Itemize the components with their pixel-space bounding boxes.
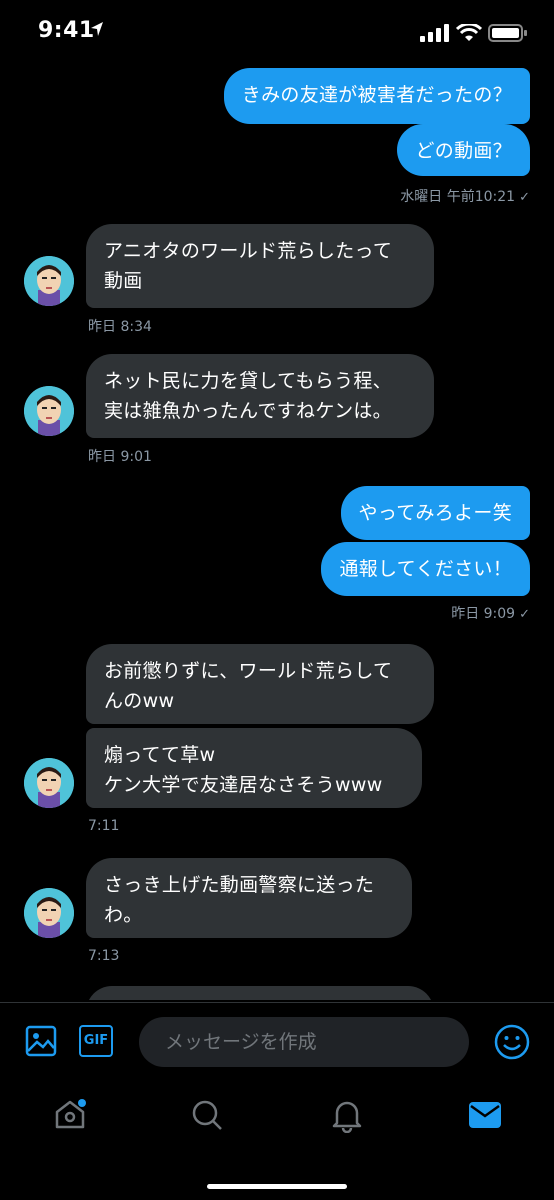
outgoing-message-bubble[interactable]: 通報してください！ bbox=[321, 542, 530, 596]
gif-icon[interactable]: GIF bbox=[79, 1025, 113, 1057]
outgoing-message-bubble[interactable]: やってみろよー笑 bbox=[340, 486, 530, 540]
search-icon[interactable] bbox=[190, 1098, 224, 1132]
message-timestamp: 昨日 9:01 bbox=[88, 449, 152, 465]
avatar-face-icon bbox=[24, 256, 74, 306]
avatar[interactable] bbox=[24, 888, 74, 938]
message-input[interactable]: メッセージを作成 bbox=[139, 1017, 469, 1067]
status-icons bbox=[420, 24, 530, 44]
read-check-icon: ✓ bbox=[519, 190, 530, 205]
emoji-icon[interactable] bbox=[494, 1024, 530, 1060]
status-bar: 9:41 bbox=[0, 0, 554, 66]
incoming-message-bubble[interactable]: アニオタのワールド荒らしたって 動画 bbox=[86, 224, 434, 308]
message-timestamp: 7:13 bbox=[88, 948, 120, 964]
message-timestamp: 昨日 8:34 bbox=[88, 319, 152, 335]
message-timestamp: 水曜日 午前10:21 ✓ bbox=[400, 186, 530, 206]
home-indicator[interactable] bbox=[207, 1184, 347, 1189]
location-arrow-icon bbox=[91, 22, 103, 36]
notifications-icon[interactable] bbox=[330, 1097, 364, 1133]
incoming-message-bubble[interactable]: ネット民に力を貸してもらう程、 実は雑魚かったんですねケンは。 bbox=[86, 354, 434, 438]
avatar[interactable] bbox=[24, 256, 74, 306]
messages-icon[interactable] bbox=[468, 1100, 502, 1130]
timestamp-text: 昨日 9:09 bbox=[451, 606, 516, 622]
incoming-message-bubble[interactable]: さっき上げた動画警察に送った わ。 bbox=[86, 858, 412, 938]
avatar-face-icon bbox=[24, 888, 74, 938]
wifi-icon bbox=[456, 24, 482, 41]
message-timestamp: 7:11 bbox=[88, 818, 120, 834]
message-timestamp: 昨日 9:09 ✓ bbox=[451, 603, 530, 623]
status-time: 9:41 bbox=[38, 18, 95, 43]
incoming-message-bubble[interactable]: 煽ってて草w ケン大学で友達居なさそうwww bbox=[86, 728, 422, 808]
avatar[interactable] bbox=[24, 386, 74, 436]
image-icon[interactable] bbox=[25, 1025, 57, 1057]
home-icon[interactable] bbox=[52, 1096, 88, 1132]
read-check-icon: ✓ bbox=[519, 607, 530, 622]
incoming-message-bubble-partial[interactable] bbox=[86, 986, 434, 1000]
battery-icon bbox=[488, 24, 527, 42]
notification-dot-icon bbox=[78, 1099, 86, 1107]
signal-icon bbox=[420, 24, 449, 42]
timestamp-text: 水曜日 午前10:21 bbox=[400, 189, 516, 205]
gif-label: GIF bbox=[83, 1033, 109, 1048]
message-composer: GIF メッセージを作成 bbox=[0, 1002, 554, 1083]
tab-bar bbox=[0, 1082, 554, 1152]
incoming-message-bubble[interactable]: お前懲りずに、ワールド荒らして んのww bbox=[86, 644, 434, 724]
avatar-face-icon bbox=[24, 386, 74, 436]
outgoing-message-bubble[interactable]: きみの友達が被害者だったの？ bbox=[223, 68, 530, 124]
avatar-face-icon bbox=[24, 758, 74, 808]
message-input-placeholder: メッセージを作成 bbox=[165, 1031, 317, 1053]
message-thread[interactable]: きみの友達が被害者だったの？ どの動画？ 水曜日 午前10:21 ✓ アニオタのワ… bbox=[0, 66, 554, 1000]
outgoing-message-bubble[interactable]: どの動画？ bbox=[397, 124, 530, 176]
avatar[interactable] bbox=[24, 758, 74, 808]
